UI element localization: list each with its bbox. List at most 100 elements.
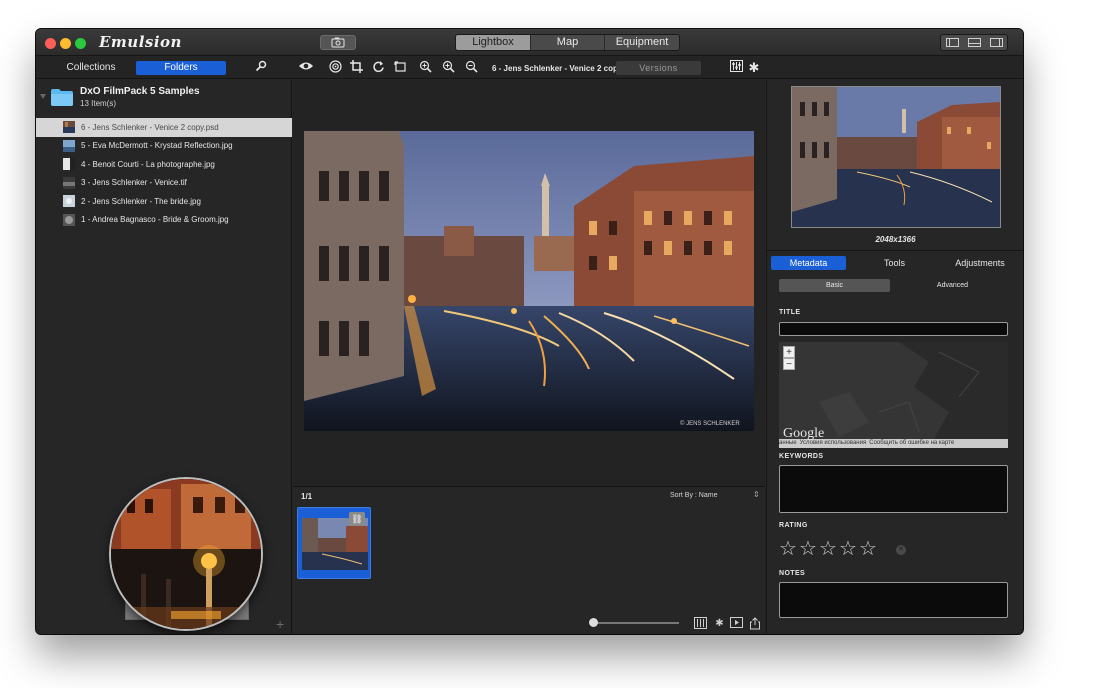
file-list-item[interactable]: 4 - Benoit Courti - La photographe.jpg <box>36 155 292 174</box>
gear-icon[interactable]: ✱ <box>713 617 726 630</box>
preview-image <box>791 86 1001 228</box>
sort-chevron-icon[interactable]: ⇕ <box>753 490 760 499</box>
versions-button[interactable]: Versions <box>616 61 701 75</box>
tab-adjustments[interactable]: Adjustments <box>942 256 1018 270</box>
layout-buttons <box>940 34 1008 51</box>
tab-tools[interactable]: Tools <box>857 256 932 270</box>
file-name: 1 - Andrea Bagnasco - Bride & Groom.jpg <box>81 215 229 225</box>
panel-divider <box>767 250 1023 251</box>
zoom-out-icon[interactable] <box>463 60 479 76</box>
tab-lightbox[interactable]: Lightbox <box>456 35 531 50</box>
slider-knob[interactable] <box>589 618 598 627</box>
filmstrip: 1/1 Sort By : Name ⇕ ⛓ ✱ <box>293 486 765 634</box>
subtab-basic[interactable]: Basic <box>779 279 890 292</box>
folder-header[interactable]: DxO FilmPack 5 Samples 13 Item(s) <box>36 80 292 118</box>
rating-label: RATING <box>779 522 808 529</box>
subtab-advanced[interactable]: Advanced <box>897 279 1008 292</box>
inspector-panel: 2048x1366 Metadata Tools Adjustments Bas… <box>766 80 1023 634</box>
file-list-item[interactable]: 1 - Andrea Bagnasco - Bride & Groom.jpg <box>36 211 292 230</box>
eye-icon[interactable] <box>298 60 314 76</box>
map-report-error-link[interactable]: Сообщить об ошибке на карте <box>869 439 954 448</box>
title-field[interactable] <box>779 322 1008 336</box>
file-list-item[interactable]: 5 - Eva McDermott - Krystad Reflection.j… <box>36 137 292 156</box>
title-label: TITLE <box>779 309 801 316</box>
photo-watermark: © JENS SCHLENKER <box>680 421 740 427</box>
view-mode-tabs: Lightbox Map Equipment <box>455 34 680 51</box>
zoom-window-button[interactable] <box>75 38 86 49</box>
minimize-window-button[interactable] <box>60 38 71 49</box>
add-folder-button[interactable]: + <box>276 616 284 632</box>
file-name: 2 - Jens Schlenker - The bride.jpg <box>81 196 201 206</box>
keywords-label: KEYWORDS <box>779 453 824 460</box>
clear-rating-icon[interactable]: ✕ <box>896 545 906 555</box>
sort-by-select[interactable]: Sort By : Name <box>670 492 717 499</box>
page-count: 1/1 <box>301 492 313 501</box>
crop-icon[interactable] <box>348 60 364 76</box>
toggle-bottom-panel-icon[interactable] <box>967 38 981 47</box>
file-name: 3 - Jens Schlenker - Venice.tif <box>81 178 187 188</box>
star-icon[interactable]: ☆ <box>798 538 818 560</box>
folder-icon <box>51 89 73 106</box>
zoom-fit-icon[interactable] <box>417 60 433 76</box>
star-icon[interactable]: ☆ <box>838 538 858 560</box>
title-bar: Emulsion Lightbox Map Equipment <box>36 29 1023 56</box>
map-attribution-data[interactable]: анные <box>779 439 797 448</box>
file-list-item[interactable]: 3 - Jens Schlenker - Venice.tif <box>36 174 292 193</box>
search-icon[interactable] <box>253 60 269 76</box>
star-icon[interactable]: ☆ <box>818 538 838 560</box>
folder-name: DxO FilmPack 5 Samples <box>80 86 200 97</box>
file-thumbnail <box>63 176 75 189</box>
tab-map[interactable]: Map <box>531 35 605 50</box>
rotate-icon[interactable] <box>370 60 386 76</box>
current-image-title: 6 - Jens Schlenker - Venice 2 copy <box>492 64 616 73</box>
thumbnail-size-slider[interactable] <box>595 622 679 624</box>
notes-label: NOTES <box>779 570 806 577</box>
share-icon[interactable] <box>748 617 761 630</box>
image-viewer: © JENS SCHLENKER 1/1 Sort By : Name ⇕ ⛓ <box>293 80 765 634</box>
file-list: 6 - Jens Schlenker - Venice 2 copy.psd 5… <box>36 118 292 229</box>
location-map[interactable]: + − Google анные Условия использования С… <box>779 342 1008 448</box>
tab-metadata[interactable]: Metadata <box>771 256 846 270</box>
zoom-in-icon[interactable] <box>440 60 456 76</box>
map-zoom-in-button[interactable]: + <box>783 346 795 358</box>
rating-stars: ☆ ☆ ☆ ☆ ☆ <box>778 538 878 560</box>
map-terms-link[interactable]: Условия использования <box>800 439 867 448</box>
file-thumbnail <box>63 139 75 152</box>
image-dimensions: 2048x1366 <box>875 235 916 244</box>
app-window: Emulsion Lightbox Map Equipment Collecti… <box>36 29 1023 634</box>
collections-button[interactable]: Collections <box>46 61 136 75</box>
notes-field[interactable] <box>779 582 1008 618</box>
disclosure-triangle-icon[interactable] <box>40 94 46 99</box>
file-name: 5 - Eva McDermott - Krystad Reflection.j… <box>81 141 233 151</box>
file-list-item[interactable]: 2 - Jens Schlenker - The bride.jpg <box>36 192 292 211</box>
straighten-icon[interactable] <box>393 60 409 76</box>
toggle-left-panel-icon[interactable] <box>945 38 959 47</box>
map-zoom-out-button[interactable]: − <box>783 358 795 370</box>
file-thumbnail <box>63 195 75 208</box>
main-photo[interactable] <box>304 131 754 431</box>
folders-button[interactable]: Folders <box>136 61 226 75</box>
magnifier-loupe <box>109 477 263 631</box>
filmstrip-thumbnail[interactable]: ⛓ <box>297 507 371 579</box>
tab-equipment[interactable]: Equipment <box>605 35 679 50</box>
star-icon[interactable]: ☆ <box>778 538 798 560</box>
toggle-right-panel-icon[interactable] <box>989 38 1003 47</box>
app-logo: Emulsion <box>99 33 182 51</box>
import-button[interactable] <box>320 35 356 50</box>
file-name: 4 - Benoit Courti - La photographe.jpg <box>81 159 215 169</box>
keywords-field[interactable] <box>779 465 1008 513</box>
star-icon[interactable]: ☆ <box>858 538 878 560</box>
close-window-button[interactable] <box>45 38 56 49</box>
sidebar: DxO FilmPack 5 Samples 13 Item(s) 6 - Je… <box>36 80 292 634</box>
target-icon[interactable] <box>327 60 343 76</box>
import-icon <box>331 37 345 48</box>
adjustments-icon[interactable] <box>694 617 707 630</box>
file-thumbnail <box>63 158 75 171</box>
gear-icon[interactable]: ✱ <box>746 60 762 76</box>
toolbar: Collections Folders 6 - Jens Schlenker -… <box>36 57 1023 79</box>
map-attribution: анные Условия использования Сообщить об … <box>779 439 1008 448</box>
adjustments-icon[interactable] <box>728 60 744 76</box>
slideshow-icon[interactable] <box>730 617 743 630</box>
file-list-item[interactable]: 6 - Jens Schlenker - Venice 2 copy.psd <box>36 118 292 137</box>
file-thumbnail <box>63 213 75 226</box>
